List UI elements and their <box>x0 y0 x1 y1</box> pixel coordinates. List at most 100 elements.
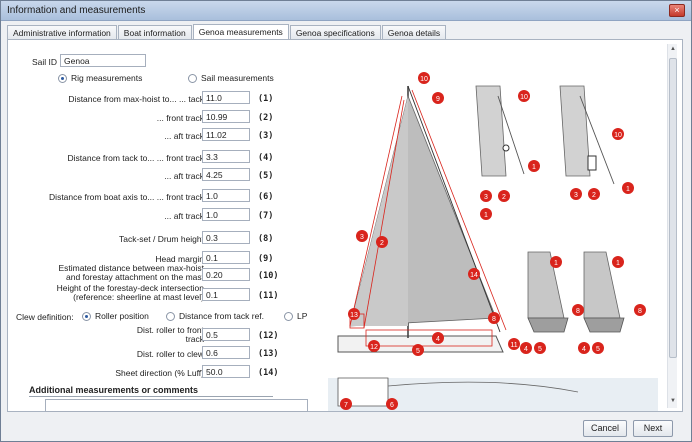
value-input[interactable]: 10.99 <box>202 110 250 123</box>
radio-sail-measurements[interactable]: Sail measurements <box>188 73 274 83</box>
row-label: Sheet direction (% Luff) <box>115 368 204 378</box>
swivel-detail-2 <box>587 155 597 171</box>
tab-genoa-measurements[interactable]: Genoa measurements <box>192 24 289 40</box>
measurements-panel: Sail ID Genoa Rig measurements Sail meas… <box>7 39 683 412</box>
marker-14: 14 <box>468 268 480 280</box>
svg-text:8: 8 <box>576 308 580 315</box>
value-input[interactable]: 1.0 <box>202 208 250 221</box>
svg-text:12: 12 <box>370 344 378 351</box>
marker-detail-1b: 1 <box>622 182 634 194</box>
row-label: ... aft track <box>164 131 204 141</box>
marker-6: 6 <box>386 398 398 410</box>
tab-strip: Administrative information Boat informat… <box>7 24 447 40</box>
value-input[interactable]: 0.6 <box>202 346 250 359</box>
svg-text:10: 10 <box>420 76 428 83</box>
row-number: (9) <box>258 254 274 264</box>
tab-genoa-details[interactable]: Genoa details <box>381 25 447 40</box>
marker-9: 9 <box>432 92 444 104</box>
marker-detail-4c: 4 <box>520 342 532 354</box>
title-bar: Information and measurements × <box>1 1 691 21</box>
svg-text:4: 4 <box>436 336 440 343</box>
row-label: Dist. roller to front track <box>136 325 204 344</box>
marker-detail-2b: 2 <box>588 188 600 200</box>
value-input[interactable]: 0.1 <box>202 251 250 264</box>
row-number: (10) <box>258 271 279 281</box>
svg-text:1: 1 <box>554 260 558 267</box>
radio-label: Roller position <box>95 311 149 321</box>
scrollbar-thumb[interactable] <box>669 58 677 358</box>
dialog-window: Information and measurements × Administr… <box>0 0 692 442</box>
comments-input[interactable] <box>45 399 308 412</box>
svg-text:10: 10 <box>520 94 528 101</box>
svg-text:1: 1 <box>626 186 630 193</box>
marker-12: 12 <box>368 340 380 352</box>
svg-text:6: 6 <box>390 402 394 409</box>
radio-rig-measurements[interactable]: Rig measurements <box>58 73 142 83</box>
svg-text:14: 14 <box>470 272 478 279</box>
svg-text:5: 5 <box>416 348 420 355</box>
vertical-scrollbar[interactable]: ▲ ▼ <box>667 44 677 408</box>
marker-detail-1a: 1 <box>528 160 540 172</box>
value-input[interactable]: 0.5 <box>202 328 250 341</box>
marker-3: 3 <box>356 230 368 242</box>
row-label: ... aft track <box>164 211 204 221</box>
value-input[interactable]: 4.25 <box>202 168 250 181</box>
scroll-up-icon[interactable]: ▲ <box>669 46 677 54</box>
row-label: ... aft track <box>164 171 204 181</box>
radio-roller-position[interactable]: Roller position <box>82 311 149 321</box>
row-number: (1) <box>258 94 274 104</box>
marker-detail-10b: 10 <box>612 128 624 140</box>
row-number: (5) <box>258 171 274 181</box>
marker-2: 2 <box>376 236 388 248</box>
value-input[interactable]: 11.0 <box>202 91 250 104</box>
value-input[interactable]: 0.3 <box>202 231 250 244</box>
row-number: (2) <box>258 113 274 123</box>
row-number: (3) <box>258 131 274 141</box>
next-button[interactable]: Next <box>633 420 673 437</box>
window-title: Information and measurements <box>7 5 146 16</box>
tab-administrative-information[interactable]: Administrative information <box>7 25 117 40</box>
svg-text:4: 4 <box>524 346 528 353</box>
row-number: (11) <box>258 291 279 301</box>
rig-diagram: 10 9 1 3 2 14 13 8 12 4 5 11 7 6 10 1 3 … <box>328 72 658 411</box>
svg-text:3: 3 <box>484 194 488 201</box>
value-input[interactable]: 0.1 <box>202 288 250 301</box>
mast-detail-1 <box>475 85 507 177</box>
sail-id-label: Sail ID <box>32 57 58 67</box>
tab-boat-information[interactable]: Boat information <box>117 25 192 40</box>
value-input[interactable]: 11.02 <box>202 128 250 141</box>
cancel-button[interactable]: Cancel <box>583 420 627 437</box>
value-input[interactable]: 1.0 <box>202 189 250 202</box>
svg-text:1: 1 <box>484 212 488 219</box>
sheave-detail-1 <box>502 144 510 152</box>
radio-label: Distance from tack ref. <box>179 311 265 321</box>
drum-detail-4 <box>583 317 625 333</box>
svg-text:2: 2 <box>592 192 596 199</box>
row-number: (6) <box>258 192 274 202</box>
value-input[interactable]: 0.20 <box>202 268 250 281</box>
radio-lp[interactable]: LP <box>284 311 307 321</box>
marker-detail-3a: 3 <box>480 190 492 202</box>
svg-text:1: 1 <box>532 164 536 171</box>
mast-detail-2 <box>559 85 591 177</box>
marker-11: 11 <box>508 338 520 350</box>
marker-detail-4d: 4 <box>578 342 590 354</box>
close-button[interactable]: × <box>669 4 685 17</box>
row-number: (7) <box>258 211 274 221</box>
radio-label: LP <box>297 311 308 321</box>
tab-genoa-specifications[interactable]: Genoa specifications <box>289 25 381 40</box>
radio-label: Sail measurements <box>201 73 274 83</box>
svg-text:2: 2 <box>380 240 384 247</box>
sail-id-input[interactable]: Genoa <box>60 54 146 67</box>
marker-1: 1 <box>480 208 492 220</box>
value-input[interactable]: 50.0 <box>202 365 250 378</box>
radio-distance-from-tack[interactable]: Distance from tack ref. <box>166 311 264 321</box>
value-input[interactable]: 3.3 <box>202 150 250 163</box>
scroll-down-icon[interactable]: ▼ <box>669 398 677 406</box>
radio-label: Rig measurements <box>71 73 143 83</box>
marker-detail-1d: 1 <box>612 256 624 268</box>
marker-detail-3b: 3 <box>570 188 582 200</box>
row-label: Distance from max-hoist to... ... tack <box>68 94 204 104</box>
row-number: (12) <box>258 331 279 341</box>
svg-text:8: 8 <box>492 316 496 323</box>
